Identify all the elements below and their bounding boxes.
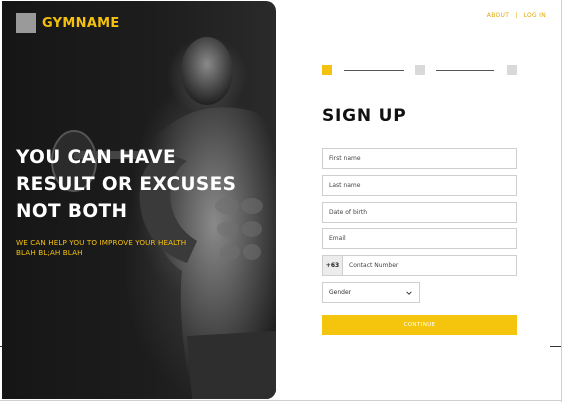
form-title: SIGN UP — [322, 106, 407, 126]
headline-line: YOU CAN HAVE — [16, 147, 177, 168]
gender-select[interactable]: Gender — [322, 282, 420, 303]
continue-button[interactable]: CONTINUE — [322, 315, 517, 335]
chevron-down-icon — [406, 290, 412, 295]
first-name-field[interactable] — [322, 148, 517, 169]
brand-name: GYMNAME — [42, 15, 120, 31]
headline-line: RESULT OR EXCUSES — [16, 174, 237, 195]
contact-number-input[interactable] — [343, 256, 516, 275]
email-field[interactable] — [322, 228, 517, 249]
nav-about-link[interactable]: ABOUT — [487, 12, 509, 19]
step-3-indicator — [507, 65, 517, 75]
nav-login-link[interactable]: LOG IN — [524, 12, 546, 19]
top-nav: ABOUT | LOG IN — [487, 12, 546, 19]
logo-placeholder-icon — [16, 13, 36, 33]
headline-line: NOT BOTH — [16, 201, 128, 222]
divider — [0, 346, 2, 347]
last-name-field[interactable] — [322, 175, 517, 196]
step-1-indicator — [322, 65, 332, 75]
step-connector — [436, 70, 494, 71]
brand-logo[interactable]: GYMNAME — [16, 13, 120, 33]
subline-line: WE CAN HELP YOU TO IMPROVE YOUR HEALTH — [16, 238, 187, 247]
hero-headline: YOU CAN HAVE RESULT OR EXCUSES NOT BOTH — [16, 144, 256, 225]
signup-stepper — [322, 64, 518, 76]
step-2-indicator — [415, 65, 425, 75]
nav-separator: | — [515, 12, 518, 19]
dob-field[interactable] — [322, 202, 517, 223]
hero-panel: GYMNAME YOU CAN HAVE RESULT OR EXCUSES N… — [2, 1, 276, 399]
subline-line: BLAH BL;AH BLAH — [16, 248, 83, 257]
frame-border — [0, 400, 562, 401]
step-connector — [344, 70, 404, 71]
hero-subheadline: WE CAN HELP YOU TO IMPROVE YOUR HEALTH B… — [16, 238, 216, 258]
phone-field-group: +63 — [322, 255, 517, 276]
gender-selected-value: Gender — [329, 289, 352, 296]
country-code[interactable]: +63 — [323, 256, 343, 275]
